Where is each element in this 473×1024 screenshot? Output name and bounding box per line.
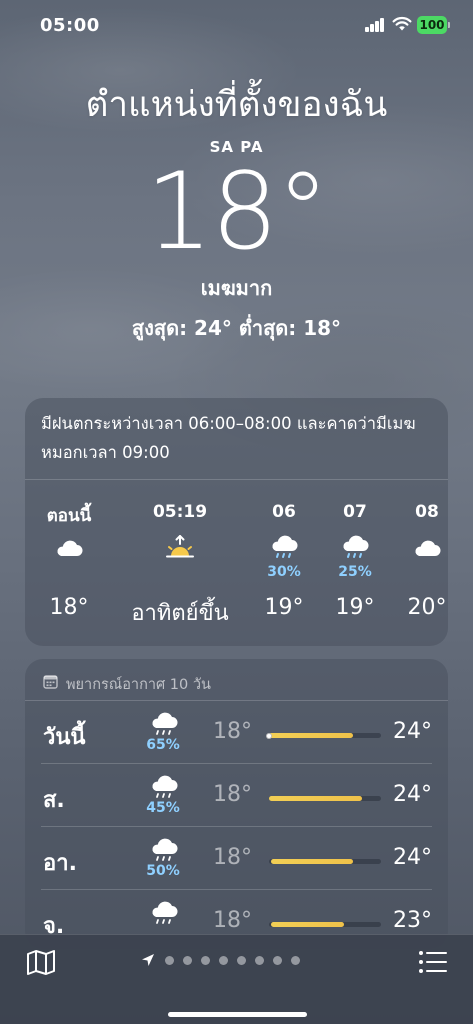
hour-temp: 19° — [335, 595, 375, 620]
day-row[interactable]: อา. 50% 18° 24° — [41, 827, 432, 890]
day-low: 18° — [213, 719, 252, 744]
day-name: ส. — [43, 788, 65, 813]
current-weather: ตำแหน่งที่ตั้งของฉัน SA PA 18° เมฆมาก สู… — [0, 80, 473, 344]
hour-precipitation: 30% — [267, 564, 301, 580]
hour-temp: 20° — [407, 595, 447, 620]
cloud-icon — [415, 540, 441, 556]
hour-temp: 18° — [49, 595, 89, 620]
page-indicator[interactable] — [140, 952, 300, 968]
day-row[interactable]: ส. 45% 18° 24° — [41, 764, 432, 827]
cellular-signal-icon — [365, 18, 385, 32]
status-time: 05:00 — [40, 15, 100, 36]
day-high: 23° — [393, 908, 432, 933]
hourly-forecast-card[interactable]: มีฝนตกระหว่างเวลา 06:00–08:00 และคาดว่าม… — [25, 398, 448, 646]
daily-forecast-card[interactable]: พยากรณ์อากาศ 10 วัน วันนี้ 65% 18° 24° ส… — [25, 659, 448, 949]
day-low: 18° — [213, 845, 252, 870]
hour-temp: 19° — [264, 595, 304, 620]
page-dot — [201, 955, 210, 965]
day-high: 24° — [393, 845, 432, 870]
cloud-rain-icon — [272, 535, 298, 558]
day-precipitation: 50% — [146, 863, 180, 879]
page-dot — [291, 955, 300, 965]
day-high: 24° — [393, 719, 432, 744]
wifi-icon — [392, 16, 412, 31]
day-precipitation: 65% — [146, 737, 180, 753]
page-dot — [273, 955, 282, 965]
location-title: ตำแหน่งที่ตั้งของฉัน — [85, 85, 388, 125]
current-temperature: 18° — [145, 150, 330, 273]
hour-label: 07 — [343, 502, 367, 522]
list-icon[interactable] — [418, 949, 448, 975]
range-fill — [269, 796, 362, 801]
page-dot — [183, 955, 192, 965]
day-name: อา. — [43, 851, 77, 876]
high-low-temperature: สูงสุด: 24° ต่ำสุด: 18° — [131, 316, 342, 340]
day-name: วันนี้ — [43, 725, 86, 750]
range-fill — [269, 733, 353, 738]
page-dot — [237, 955, 246, 965]
hour-label: 05:19 — [152, 502, 208, 522]
calendar-icon — [43, 675, 58, 689]
temperature-range-bar — [266, 732, 381, 739]
range-fill — [271, 922, 345, 927]
page-dot — [165, 955, 174, 965]
cloud-icon — [57, 540, 83, 556]
day-low: 18° — [213, 908, 252, 933]
range-fill — [271, 859, 353, 864]
hour-precipitation: 25% — [338, 564, 372, 580]
day-precipitation: 45% — [146, 800, 180, 816]
hourly-scroll[interactable]: ตอนนี้ 18° 05:19 อาทิตย์ขึ้น 06 30% 19° … — [25, 480, 448, 646]
temperature-range-bar — [269, 796, 381, 801]
day-low: 18° — [213, 782, 252, 807]
location-arrow-icon — [142, 954, 154, 966]
hour-label: ตอนนี้ — [46, 506, 92, 526]
day-row[interactable]: วันนี้ 65% 18° 24° — [41, 701, 432, 764]
home-indicator — [168, 1012, 307, 1017]
day-high: 24° — [393, 782, 432, 807]
daily-header: พยากรณ์อากาศ 10 วัน — [25, 659, 448, 701]
bottom-toolbar — [0, 934, 473, 1024]
battery-icon: 100 — [417, 16, 450, 34]
temperature-range-bar — [269, 922, 381, 927]
status-bar: 05:00 100 — [0, 0, 473, 52]
hourly-summary: มีฝนตกระหว่างเวลา 06:00–08:00 และคาดว่าม… — [25, 398, 448, 480]
daily-title: พยากรณ์อากาศ 10 วัน — [66, 677, 211, 693]
sunrise-icon — [166, 535, 194, 558]
page-dot — [255, 955, 264, 965]
cloud-rain-icon — [152, 901, 178, 924]
cloud-rain-icon — [343, 535, 369, 558]
page-dot — [219, 955, 228, 965]
current-condition: เมฆมาก — [200, 276, 273, 300]
map-icon[interactable] — [26, 948, 56, 976]
hour-label: 08 — [415, 502, 439, 522]
temperature-range-bar — [269, 859, 381, 864]
current-temp-dot — [266, 732, 272, 739]
hour-label: 06 — [272, 502, 296, 522]
hour-temp: อาทิตย์ขึ้น — [131, 601, 229, 626]
